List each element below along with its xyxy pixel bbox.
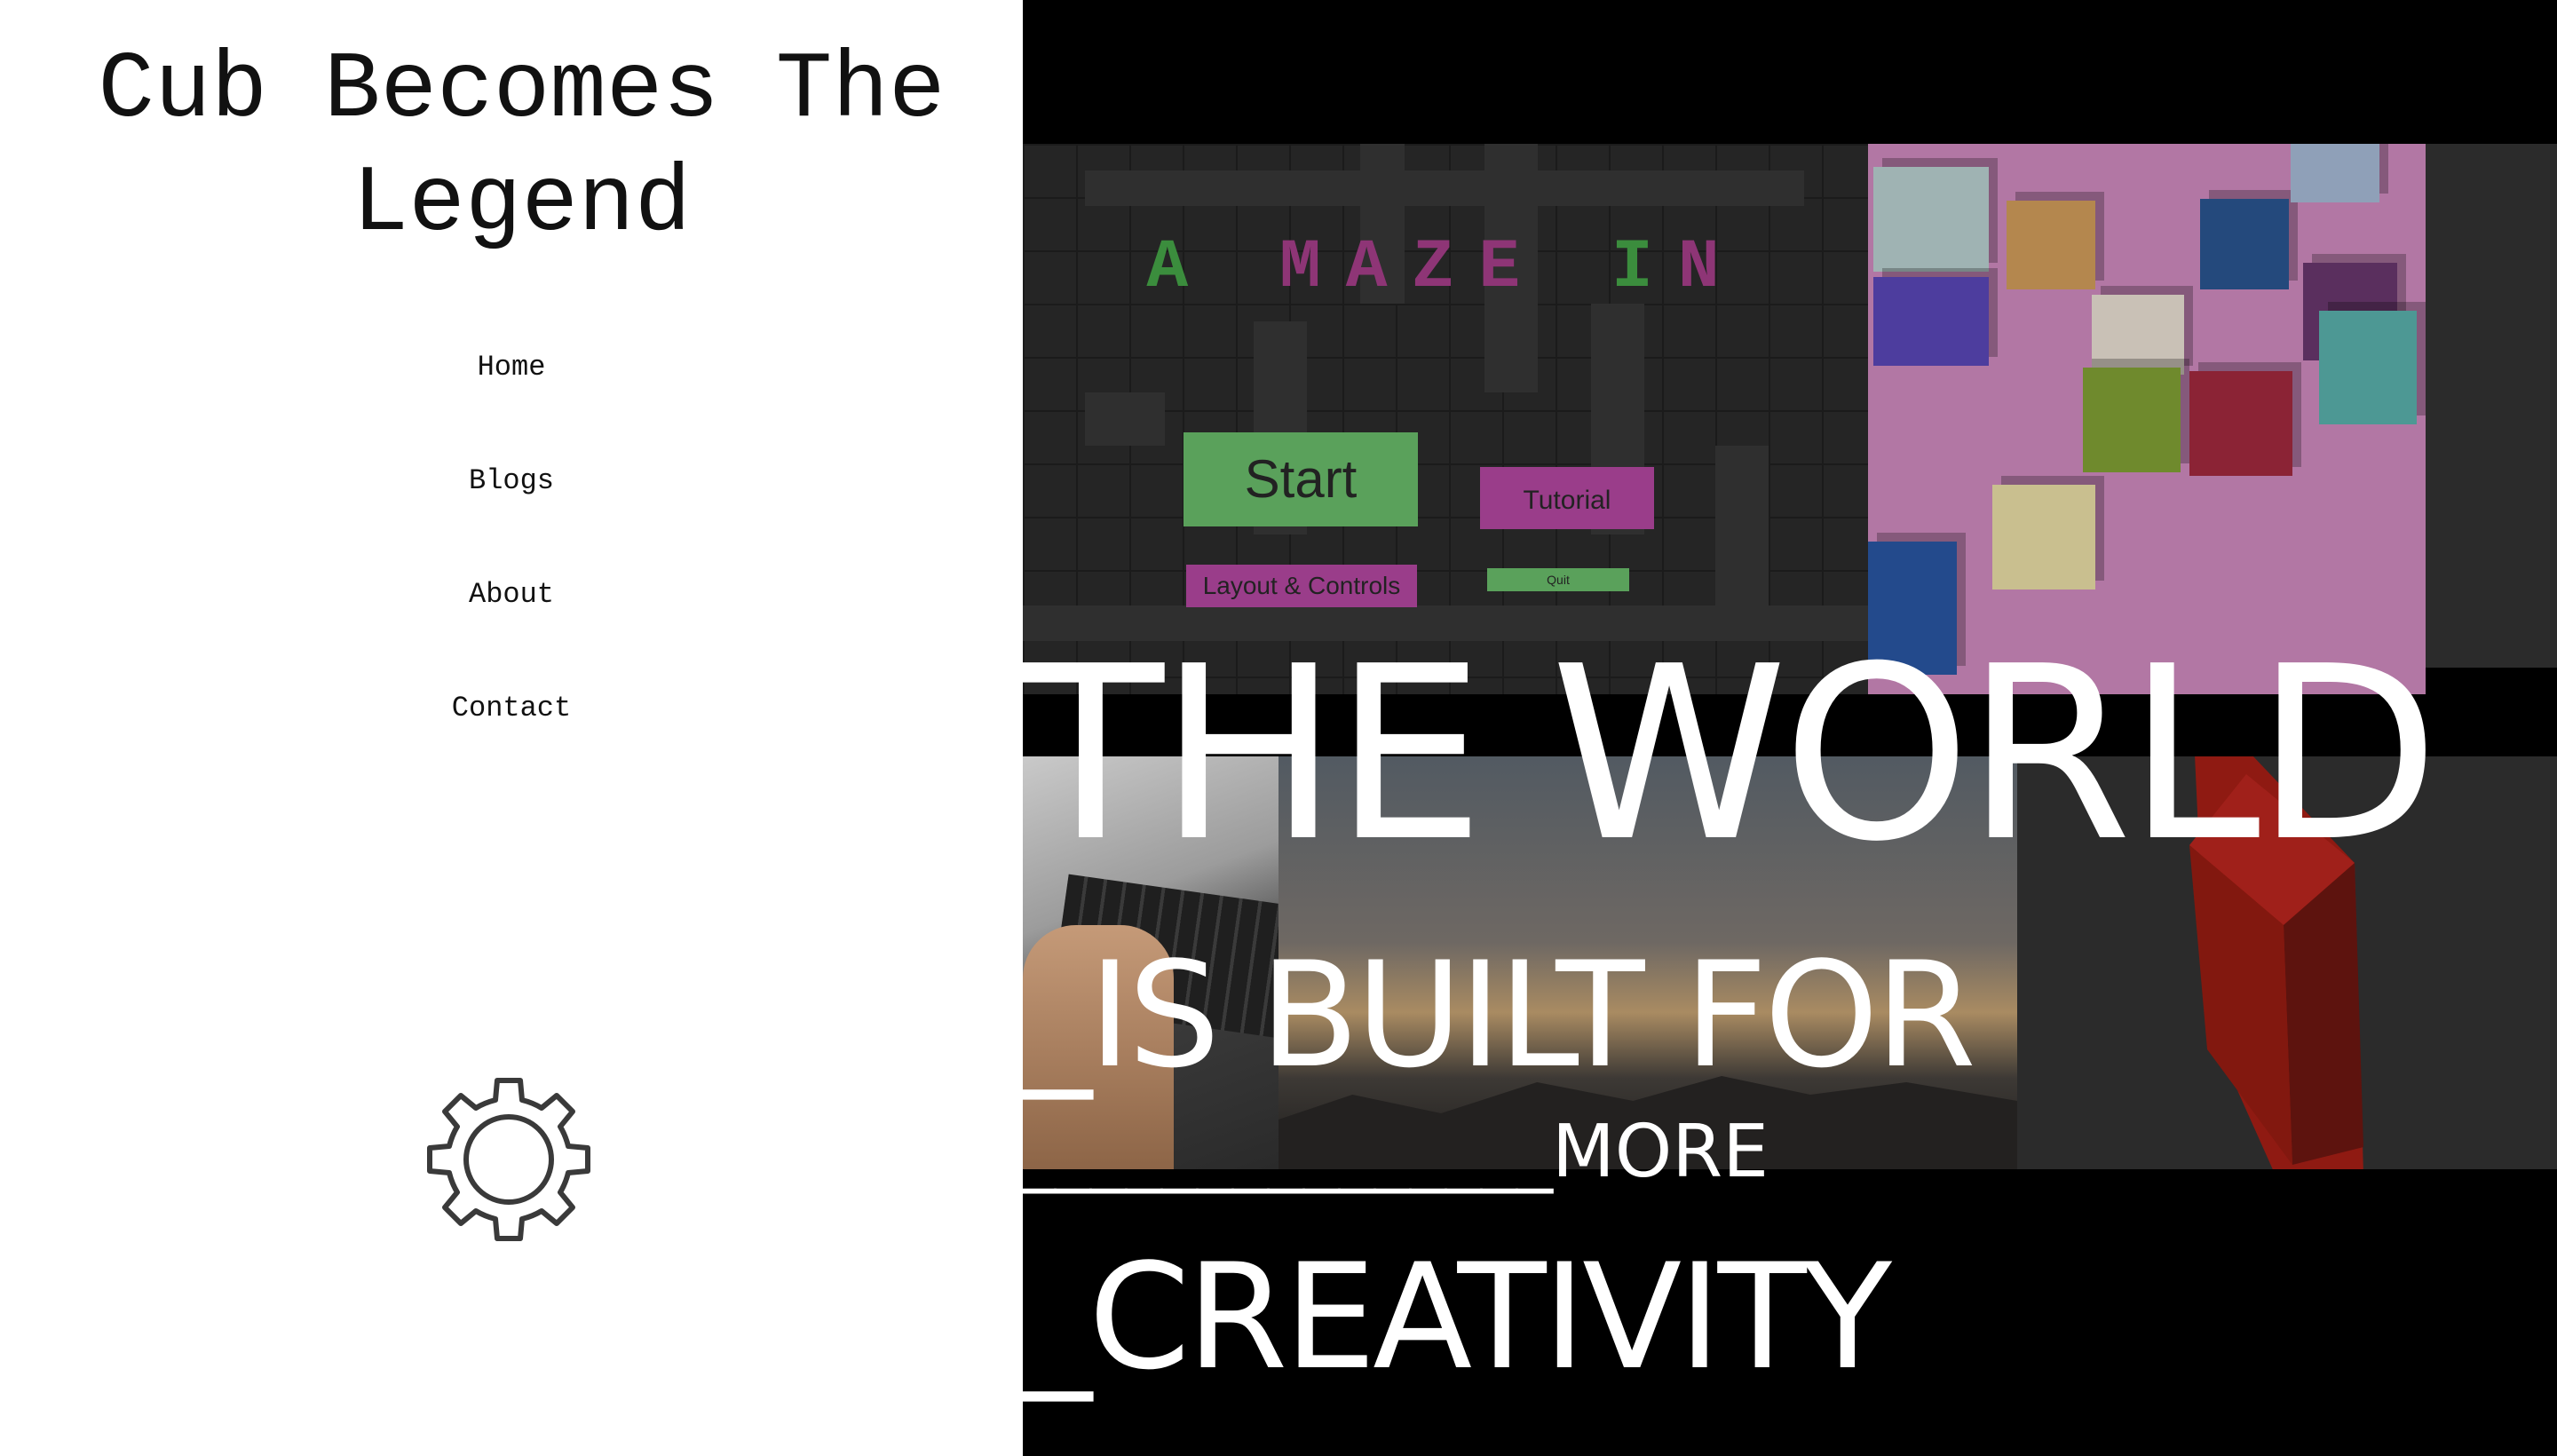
sidebar: Cub Becomes The Legend Home Blogs About … — [0, 0, 1023, 1456]
hero-line-2: _IS BUILT FOR — [1023, 930, 1976, 1100]
nav-home-link[interactable]: Home — [0, 351, 1023, 384]
maze-quit-button: Quit — [1487, 568, 1629, 591]
nav-contact-link[interactable]: Contact — [0, 692, 1023, 724]
cubes-screenshot — [1868, 144, 2426, 694]
hero-section: A MAZE IN Start Tutorial Layout & Contro… — [1023, 0, 2557, 1456]
maze-game-screenshot: A MAZE IN Start Tutorial Layout & Contro… — [1023, 144, 1868, 694]
site-title: Cub Becomes The Legend — [98, 37, 946, 257]
maze-start-button: Start — [1184, 432, 1418, 526]
hero-more-word: MORE — [1552, 1110, 1769, 1194]
maze-title: A MAZE IN — [1146, 229, 1745, 307]
hero-underline: _______________ — [1023, 1110, 1553, 1194]
nav-about-link[interactable]: About — [0, 578, 1023, 611]
hero-line-1: THE WORLD — [1023, 614, 2440, 894]
grey-panel — [2426, 144, 2557, 668]
gear-icon[interactable] — [417, 1068, 600, 1251]
hero-line-4: _CREATIVITY — [1023, 1232, 1892, 1402]
maze-tutorial-button: Tutorial — [1480, 467, 1654, 529]
maze-layout-button: Layout & Controls — [1186, 565, 1417, 607]
nav-blogs-link[interactable]: Blogs — [0, 464, 1023, 497]
hero-line-3: _______________MORE — [1023, 1108, 1769, 1197]
